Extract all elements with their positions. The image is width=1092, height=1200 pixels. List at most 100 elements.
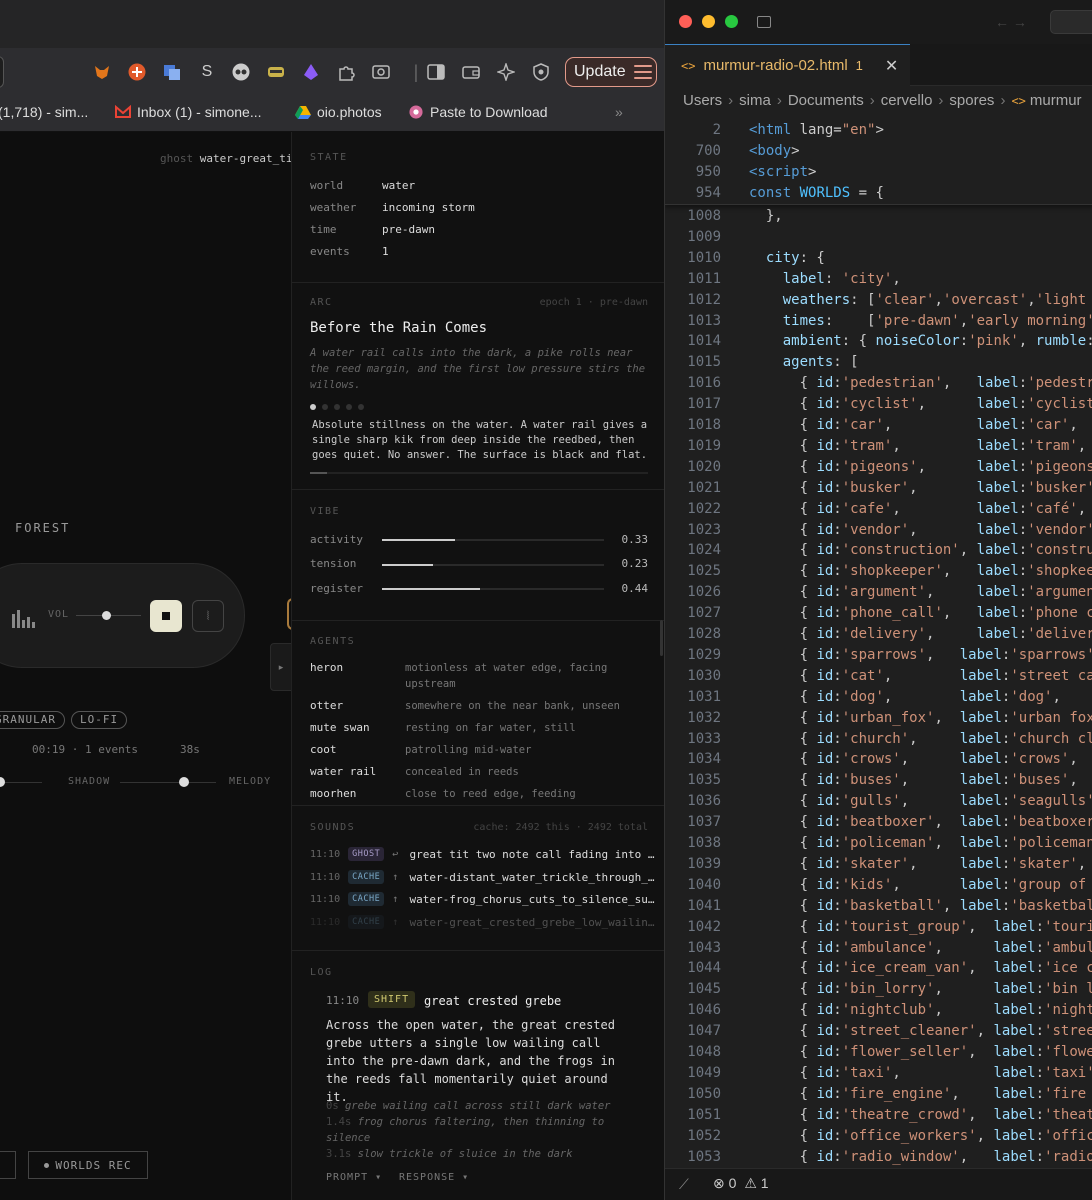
state-heading: STATE — [310, 152, 348, 163]
sound-name: great tit two note call fading into s... — [409, 847, 655, 861]
toolbar-divider: | — [413, 61, 419, 82]
line-number: 1025 — [687, 563, 721, 580]
agent-name: moorhen — [310, 787, 357, 800]
agent-name: water rail — [310, 765, 377, 778]
bookmark-paste-to-download[interactable]: Paste to Download — [408, 104, 548, 120]
plus-extension-icon[interactable] — [127, 62, 147, 82]
divider — [292, 950, 664, 951]
shadow-melody-knob[interactable] — [179, 777, 189, 787]
shield-icon[interactable] — [531, 62, 551, 82]
shadow-label: SHADOW — [68, 776, 111, 787]
puzzle-extensions-icon[interactable] — [336, 62, 356, 82]
overflow-glyph: » — [615, 104, 623, 120]
left-control-button[interactable] — [0, 1151, 16, 1179]
chip-granular[interactable]: GRANULAR — [0, 711, 65, 729]
sticky-code-line[interactable]: <html lang="en"> — [749, 122, 884, 138]
elapsed-events: 00:19 · 1 events — [32, 743, 138, 756]
shadow-melody-slider[interactable] — [120, 782, 216, 783]
divider — [292, 282, 664, 283]
editor-tab-active[interactable]: <> murmur-radio-02.html 1 ✕ — [665, 44, 910, 86]
code-line: { id:'bin_lorry', label:'bin l — [749, 981, 1092, 998]
error-icon: ⊗ — [713, 1175, 725, 1191]
breadcrumb-item[interactable]: Documents — [788, 92, 864, 109]
vibe-heading: VIBE — [310, 506, 341, 517]
line-number: 1009 — [687, 228, 721, 245]
line-number: 1036 — [687, 793, 721, 810]
sticky-code-line[interactable]: const WORLDS = { — [749, 185, 884, 201]
breadcrumb-item[interactable]: spores — [949, 92, 994, 109]
bookmark-gmail[interactable]: Inbox (1) - simone... — [115, 104, 262, 120]
breadcrumb-item[interactable]: murmur — [1030, 92, 1082, 109]
code-line: { id:'pigeons', label:'pigeons — [749, 458, 1092, 475]
stop-button[interactable] — [150, 600, 182, 632]
line-number: 1037 — [687, 814, 721, 831]
code-area[interactable]: 1008 }, 1009 1010 city: {1011 label: 'city… — [665, 120, 1092, 1170]
chevron-right-icon: ▸ — [278, 661, 284, 672]
update-button[interactable]: Update — [565, 57, 657, 87]
tab-filename: murmur-radio-02.html — [703, 57, 848, 74]
world-label: FOREST — [15, 521, 71, 535]
line-number: 1012 — [687, 291, 721, 308]
bookmarks-overflow-icon[interactable]: » — [615, 104, 623, 120]
close-tab-icon[interactable]: ✕ — [885, 56, 898, 76]
problems-indicator[interactable]: ⊗ 0 ⚠ 1 — [713, 1175, 769, 1192]
code-line: times: ['pre-dawn','early morning' — [782, 312, 1092, 329]
code-line: { id:'ambulance', label:'ambul — [749, 939, 1092, 956]
rec-label: WORLDS REC — [55, 1158, 132, 1172]
agents-heading: AGENTS — [310, 636, 356, 647]
toggle-sidebar-icon[interactable] — [757, 16, 771, 28]
response-toggle[interactable]: RESPONSE ▾ — [399, 1172, 469, 1183]
sparkle-ai-icon[interactable] — [496, 62, 516, 82]
volume-slider-knob[interactable] — [102, 611, 111, 620]
address-bar[interactable] — [0, 56, 4, 88]
bookmark-oio-photos[interactable]: oio.photos — [295, 104, 382, 120]
close-window-button[interactable] — [679, 15, 692, 28]
sound-name: water-distant_water_trickle_through_s... — [409, 870, 655, 884]
sidebar-toggle-icon[interactable] — [426, 62, 446, 82]
command-center-search[interactable] — [1050, 10, 1092, 34]
wallet-icon[interactable] — [461, 62, 481, 82]
vibe-fill — [382, 564, 434, 566]
code-line: { id:'tram', label:'tram', — [749, 437, 1087, 454]
sticky-code-line[interactable]: <body> — [749, 143, 800, 159]
scrollbar[interactable] — [660, 620, 663, 656]
sound-row[interactable]: 11:10 GHOST ↩ great tit two note call fa… — [310, 845, 655, 863]
code-line: { id:'ice_cream_van', label:'ice c — [749, 960, 1092, 977]
crystal-extension-icon[interactable] — [301, 62, 321, 82]
arc-progress-fill — [310, 472, 327, 474]
nav-arrows-icon[interactable]: ← → — [995, 14, 1027, 30]
chip-lofi[interactable]: LO-FI — [71, 711, 128, 729]
warning-count: 1 — [760, 1175, 769, 1191]
code-line: { id:'theatre_crowd', label:'theat — [749, 1106, 1092, 1123]
remote-icon[interactable]: ⟋ — [679, 1176, 689, 1193]
line-number: 1031 — [687, 688, 721, 705]
sound-row[interactable]: 11:10 CACHE ↑ water-great_crested_grebe_… — [310, 913, 655, 931]
translate-extension-icon[interactable] — [162, 62, 182, 82]
bookmark-youtube[interactable]: (1,718) - sim... — [0, 104, 88, 120]
worlds-rec-button[interactable]: WORLDS REC — [28, 1151, 148, 1179]
divider — [292, 620, 664, 621]
sound-row[interactable]: 11:10 CACHE ↑ water-distant_water_trickl… — [310, 868, 655, 886]
code-line: { id:'cafe', label:'café', — [749, 500, 1087, 517]
sound-row[interactable]: 11:10 CACHE ↑ water-frog_chorus_cuts_to_… — [310, 890, 655, 908]
s-extension-icon[interactable]: S — [197, 62, 217, 82]
breadcrumb-item[interactable]: cervello — [881, 92, 933, 109]
screenshot-search-icon[interactable] — [371, 62, 391, 82]
arc-step-dots[interactable] — [310, 404, 364, 410]
sticky-code-line[interactable]: <script> — [749, 164, 816, 180]
bookmark-label: (1,718) - sim... — [0, 104, 89, 120]
code-line: { id:'tourist_group', label:'touri — [749, 918, 1092, 935]
code-line: { id:'buses', label:'buses', — [749, 772, 1078, 789]
breadcrumb-item[interactable]: Users — [683, 92, 722, 109]
maximize-window-button[interactable] — [725, 15, 738, 28]
ninja-extension-icon[interactable] — [266, 62, 286, 82]
prompt-toggle[interactable]: PROMPT ▾ — [326, 1172, 382, 1183]
skip-button[interactable]: ⦚ — [192, 600, 224, 632]
breadcrumb-item[interactable]: sima — [739, 92, 771, 109]
collapse-panel-button[interactable]: ▸ — [270, 643, 292, 691]
mask-extension-icon[interactable] — [231, 62, 251, 82]
log-shift-tag: SHIFT — [368, 991, 416, 1008]
fox-extension-icon[interactable] — [92, 62, 112, 82]
minimize-window-button[interactable] — [702, 15, 715, 28]
agent-status: somewhere on the near bank, unseen — [405, 700, 620, 712]
